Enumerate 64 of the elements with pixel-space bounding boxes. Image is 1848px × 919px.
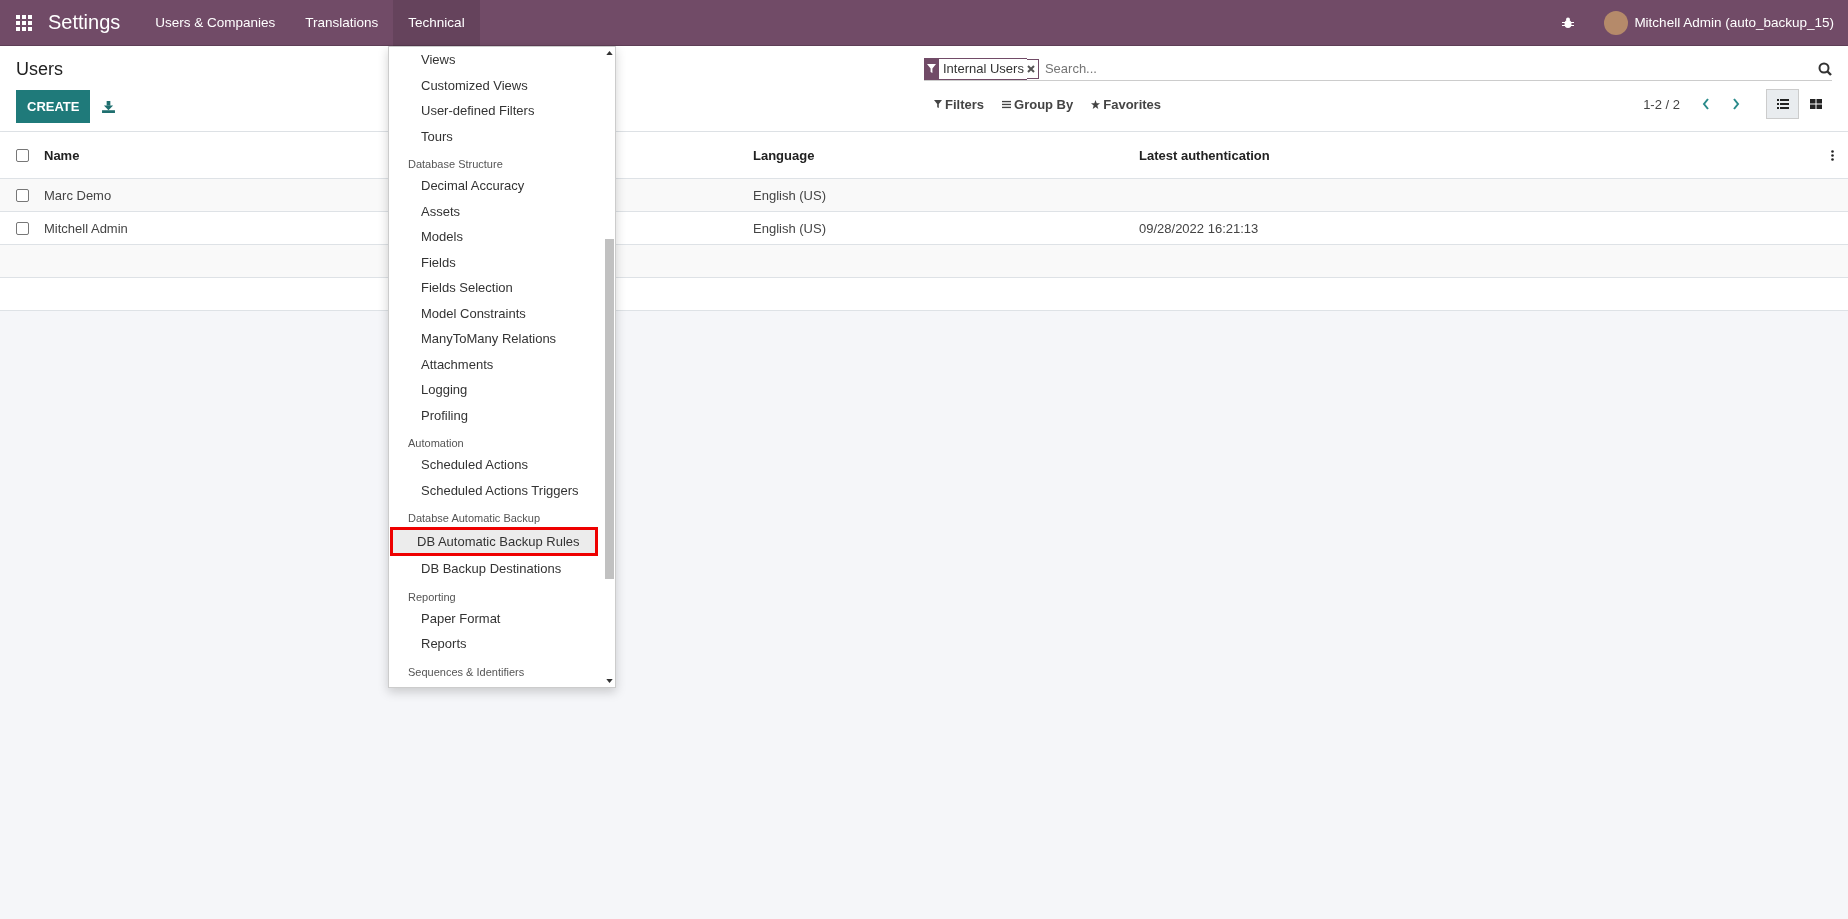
filter-icon: [934, 100, 942, 108]
menu-item[interactable]: Model Constraints: [392, 300, 600, 326]
create-button[interactable]: CREATE: [16, 90, 91, 123]
table-cell-text: Mitchell Admin: [44, 220, 129, 236]
scroll-up-icon[interactable]: [605, 51, 613, 55]
menu-item[interactable]: Profiling: [392, 402, 600, 428]
grid-icon: [1809, 99, 1822, 109]
menu-section-header: Automation: [407, 436, 465, 451]
search-field[interactable]: Search...: [1042, 60, 1818, 77]
menu-item[interactable]: ManyToMany Relations: [392, 326, 600, 352]
menu-section-header: Sequences & Identifiers: [407, 664, 526, 680]
menu-item[interactable]: Tours: [392, 123, 600, 149]
menu-section-header: Database Structure: [407, 157, 504, 172]
filter-icon: [924, 57, 938, 80]
page-title: Users: [16, 59, 63, 80]
menu-item[interactable]: Decimal Accuracy: [392, 173, 600, 199]
menu-item[interactable]: Fields Selection: [392, 275, 600, 301]
table-cell-text: English (US): [753, 187, 827, 203]
menu-item[interactable]: Fields: [392, 249, 600, 275]
row-checkbox[interactable]: [15, 221, 29, 235]
pager-value: 1-2 / 2: [1643, 96, 1680, 112]
filters-button[interactable]: Filters: [934, 96, 984, 112]
menu-section-header: Databse Automatic Backup: [407, 511, 542, 526]
menu-item[interactable]: Paper Format: [392, 605, 600, 631]
list-view-button[interactable]: [1766, 89, 1799, 119]
navbar-menu[interactable]: Technical: [393, 0, 480, 46]
navbar-menu[interactable]: Users & Companies: [140, 0, 291, 46]
navbar-menu[interactable]: Translations: [290, 0, 394, 46]
next-icon[interactable]: [1732, 98, 1740, 110]
column-options-icon[interactable]: [1831, 149, 1834, 161]
menu-item[interactable]: Assets: [392, 198, 600, 224]
menu-item[interactable]: Scheduled Actions: [392, 452, 600, 478]
lines-icon: [1002, 99, 1011, 109]
filter-facet: Internal Users: [938, 57, 1027, 80]
menu-item[interactable]: Views: [392, 47, 600, 73]
remove-facet-icon[interactable]: [1026, 58, 1039, 79]
menu-item[interactable]: Models: [392, 224, 600, 250]
group-by-button[interactable]: Group By: [1002, 96, 1074, 112]
row-checkbox[interactable]: [15, 188, 29, 202]
previous-icon[interactable]: [1702, 98, 1710, 110]
table-cell-text: 09/28/2022 16:21:13: [1139, 220, 1260, 236]
download-icon[interactable]: [102, 100, 116, 113]
column-header[interactable]: Language: [753, 147, 1139, 163]
select-all-checkbox[interactable]: [15, 148, 29, 162]
user-menu[interactable]: Mitchell Admin (auto_backup_15): [1634, 15, 1834, 30]
menu-item[interactable]: User-defined Filters: [392, 98, 600, 124]
menu-item[interactable]: Scheduled Actions Triggers: [392, 477, 600, 503]
menu-item[interactable]: Reports: [392, 631, 600, 657]
list-icon: [1776, 99, 1789, 109]
menu-item[interactable]: Attachments: [392, 351, 600, 377]
apps-grid-icon[interactable]: [16, 14, 32, 31]
scroll-down-icon[interactable]: [605, 679, 613, 683]
menu-item[interactable]: Customized Views: [392, 72, 600, 98]
table-cell-text: English (US): [753, 220, 827, 236]
menu-item[interactable]: DB Backup Destinations: [392, 556, 600, 582]
star-icon: [1091, 99, 1101, 109]
menu-item[interactable]: Logging: [392, 377, 600, 403]
bug-icon[interactable]: [1562, 16, 1575, 29]
favorites-button[interactable]: Favorites: [1091, 96, 1162, 112]
search-icon[interactable]: [1818, 61, 1832, 76]
column-header[interactable]: Latest authentication: [1139, 147, 1831, 163]
app-title: Settings: [48, 11, 121, 34]
menu-item[interactable]: DB Automatic Backup Rules: [393, 530, 595, 553]
menu-section-header: Reporting: [407, 589, 457, 605]
